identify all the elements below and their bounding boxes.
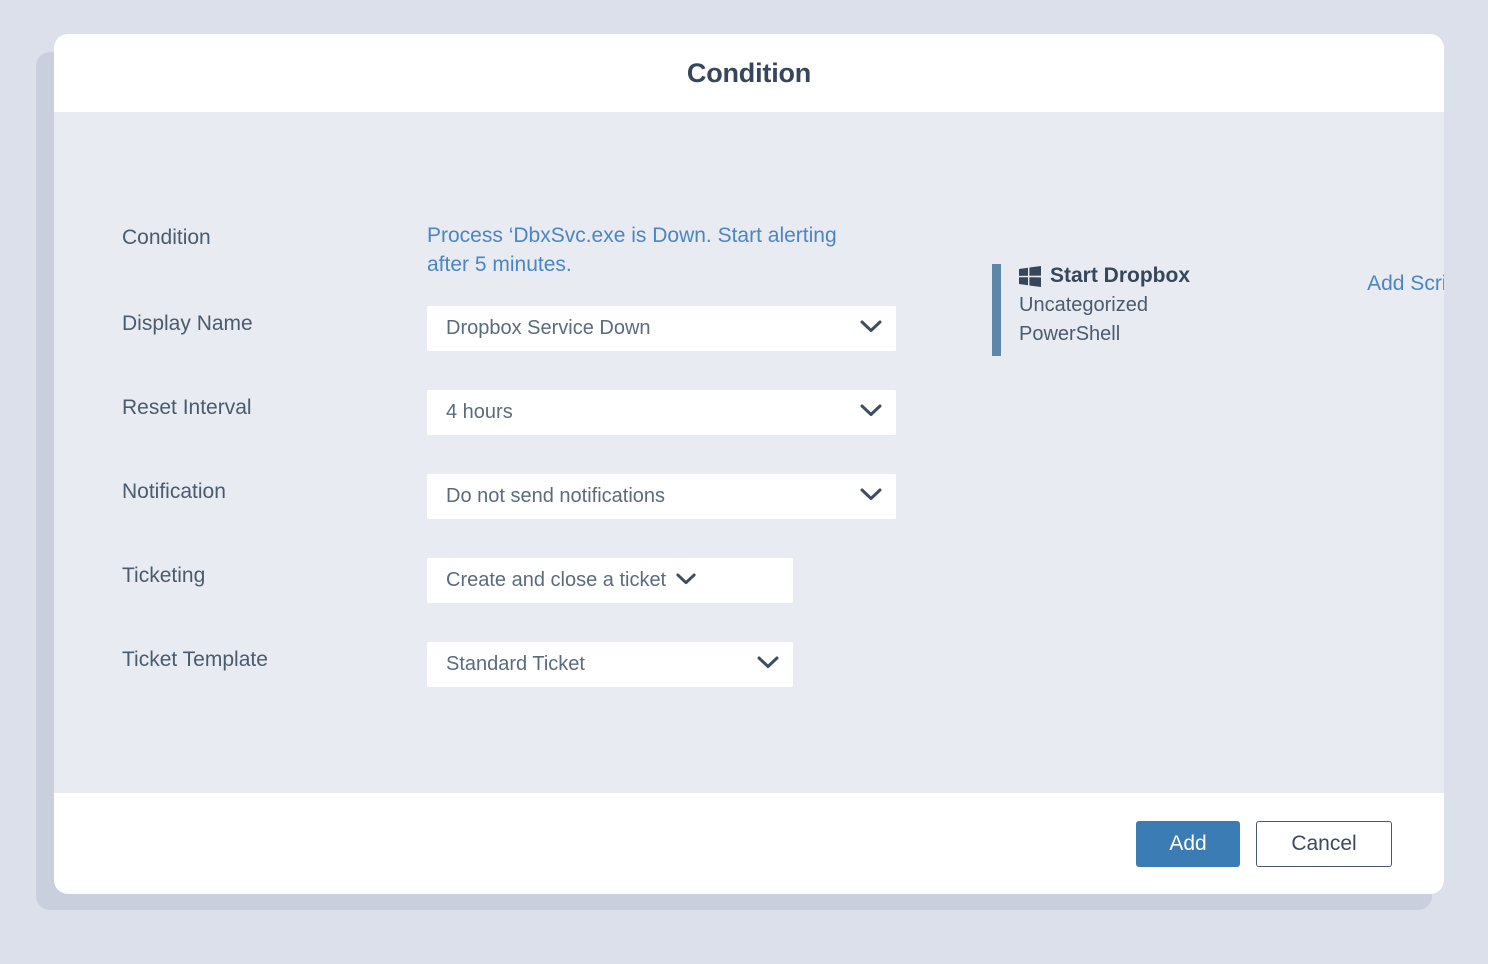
form-row-ticket-template: Ticket Template Standard Ticket — [122, 642, 962, 726]
chevron-down-icon — [757, 656, 779, 674]
form-row-display-name: Display Name Dropbox Service Down — [122, 306, 962, 390]
script-panel: Start Dropbox Uncategorized PowerShell A… — [992, 264, 1444, 356]
cancel-button[interactable]: Cancel — [1256, 820, 1392, 867]
modal-footer: Add Cancel — [54, 793, 1444, 894]
label-reset-interval: Reset Interval — [122, 396, 252, 419]
chevron-down-icon — [860, 320, 882, 338]
script-accent-bar — [992, 264, 1001, 356]
label-condition: Condition — [122, 226, 211, 249]
display-name-value: Dropbox Service Down — [446, 317, 651, 339]
label-ticket-template: Ticket Template — [122, 648, 268, 671]
reset-interval-value: 4 hours — [446, 401, 513, 423]
windows-icon — [1019, 265, 1041, 287]
form-row-notification: Notification Do not send notifications — [122, 474, 962, 558]
notification-select[interactable]: Do not send notifications — [427, 474, 896, 519]
ticketing-value: Create and close a ticket — [446, 569, 667, 591]
label-display-name: Display Name — [122, 312, 253, 335]
display-name-select[interactable]: Dropbox Service Down — [427, 306, 896, 351]
chevron-down-icon — [860, 488, 882, 506]
condition-description: Process ‘DbxSvc.exe is Down. Start alert… — [427, 224, 837, 276]
chevron-down-icon — [676, 572, 696, 590]
reset-interval-select[interactable]: 4 hours — [427, 390, 896, 435]
condition-modal: Condition Condition Process ‘DbxSvc.exe … — [54, 34, 1444, 894]
ticketing-select[interactable]: Create and close a ticket — [427, 558, 793, 603]
script-language: PowerShell — [1019, 323, 1121, 345]
label-notification: Notification — [122, 480, 226, 503]
ticket-template-value: Standard Ticket — [446, 653, 585, 675]
form-row-reset-interval: Reset Interval 4 hours — [122, 390, 962, 474]
script-title: Start Dropbox — [1050, 264, 1191, 287]
modal-header: Condition — [54, 34, 1444, 112]
modal-body: Condition Process ‘DbxSvc.exe is Down. S… — [54, 112, 1444, 793]
form-row-condition: Condition Process ‘DbxSvc.exe is Down. S… — [122, 222, 962, 306]
condition-form: Condition Process ‘DbxSvc.exe is Down. S… — [122, 222, 962, 726]
add-script-link[interactable]: Add Script — [1367, 272, 1444, 296]
form-row-ticketing: Ticketing Create and close a ticket — [122, 558, 962, 642]
ticket-template-select[interactable]: Standard Ticket — [427, 642, 793, 687]
page-title: Condition — [686, 57, 812, 88]
chevron-down-icon — [860, 404, 882, 422]
notification-value: Do not send notifications — [446, 485, 666, 507]
label-ticketing: Ticketing — [122, 564, 206, 587]
add-button[interactable]: Add — [1136, 820, 1240, 867]
